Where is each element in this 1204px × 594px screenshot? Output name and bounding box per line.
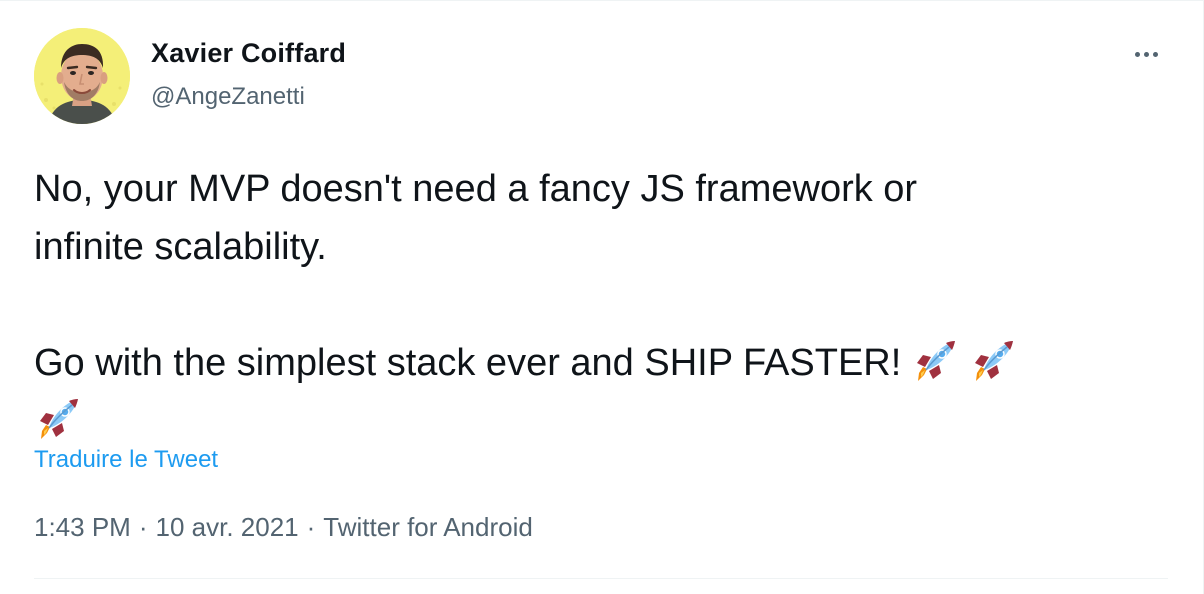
more-dot	[1152, 51, 1158, 57]
tweet-text-line: infinite scalability.	[34, 218, 1174, 276]
tweet-meta: 1:43 PM · 10 avr. 2021 · Twitter for Android	[34, 512, 533, 543]
more-options-icon[interactable]	[1126, 40, 1166, 68]
author-name[interactable]: Xavier Coiffard	[151, 38, 346, 69]
tweet-text-line-content: No, your MVP doesn't need a fancy JS fra…	[34, 168, 918, 210]
more-dot	[1143, 51, 1149, 57]
rocket-emoji-icon	[975, 341, 1014, 381]
divider	[34, 578, 1168, 579]
more-dot	[1134, 51, 1140, 57]
tweet-text-line	[34, 276, 1174, 334]
tweet-date[interactable]: 10 avr. 2021	[156, 512, 299, 542]
meta-separator: ·	[306, 512, 316, 542]
tweet-text-line	[34, 392, 1174, 450]
tweet-text-line-content: Go with the simplest stack ever and SHIP…	[34, 342, 902, 384]
card-top-border	[0, 0, 1204, 1]
meta-separator: ·	[138, 512, 148, 542]
author-handle[interactable]: @AngeZanetti	[151, 83, 305, 111]
rocket-emoji-icon	[40, 399, 78, 439]
avatar[interactable]	[34, 28, 130, 124]
tweet-time[interactable]: 1:43 PM	[34, 512, 131, 542]
avatar-image	[34, 28, 130, 124]
translate-tweet-link[interactable]: Traduire le Tweet	[34, 446, 218, 474]
tweet-text-line: Go with the simplest stack ever and SHIP…	[34, 334, 1174, 392]
tweet-text: No, your MVP doesn't need a fancy JS fra…	[34, 160, 1174, 450]
tweet-text-line-content: infinite scalability.	[34, 226, 327, 268]
tweet-text-line: No, your MVP doesn't need a fancy JS fra…	[34, 160, 1174, 218]
rocket-emoji-icon	[917, 341, 956, 381]
tweet-source[interactable]: Twitter for Android	[323, 512, 533, 542]
